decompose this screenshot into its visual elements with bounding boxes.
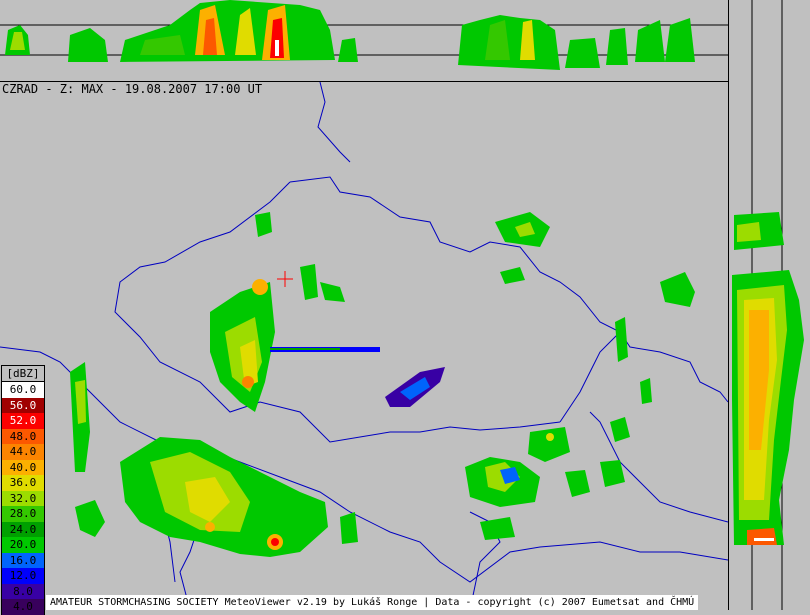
side-echo-cells bbox=[732, 212, 804, 545]
legend-level: 36.0 bbox=[1, 475, 45, 491]
legend-level: 40.0 bbox=[1, 459, 45, 475]
legend-scale: 60.0 56.0 52.0 48.0 44.0 40.0 36.0 32.0 28.0 24.0… bbox=[1, 382, 45, 615]
radar-map-panel[interactable] bbox=[0, 82, 728, 610]
top-cross-section-panel bbox=[0, 0, 728, 82]
legend-level: 44.0 bbox=[1, 444, 45, 460]
legend-level: 48.0 bbox=[1, 428, 45, 444]
legend-level: 28.0 bbox=[1, 506, 45, 522]
radar-map-graphic bbox=[0, 82, 728, 610]
legend-level: 12.0 bbox=[1, 568, 45, 584]
legend-level: 24.0 bbox=[1, 521, 45, 537]
legend-level: 56.0 bbox=[1, 397, 45, 413]
side-cross-section-panel bbox=[728, 0, 810, 610]
legend-level: 52.0 bbox=[1, 413, 45, 429]
legend-level: 20.0 bbox=[1, 537, 45, 553]
top-profile-graphic bbox=[0, 0, 728, 70]
radar-echoes bbox=[70, 212, 695, 557]
legend-level: 4.0 bbox=[1, 599, 45, 615]
legend-level: 32.0 bbox=[1, 490, 45, 506]
dbz-legend: [dBZ] 60.0 56.0 52.0 48.0 44.0 40.0 36.0 32.0 28… bbox=[1, 365, 45, 615]
legend-level: 60.0 bbox=[1, 382, 45, 398]
legend-level: 8.0 bbox=[1, 583, 45, 599]
side-profile-graphic bbox=[732, 0, 804, 610]
footer-credits: AMATEUR STORMCHASING SOCIETY MeteoViewer… bbox=[46, 595, 699, 610]
legend-level: 16.0 bbox=[1, 552, 45, 568]
top-echo-cells bbox=[5, 0, 695, 70]
legend-unit: [dBZ] bbox=[1, 365, 45, 382]
map-title: CZRAD - Z: MAX - 19.08.2007 17:00 UT bbox=[2, 82, 263, 96]
radar-site-marker bbox=[277, 271, 293, 287]
